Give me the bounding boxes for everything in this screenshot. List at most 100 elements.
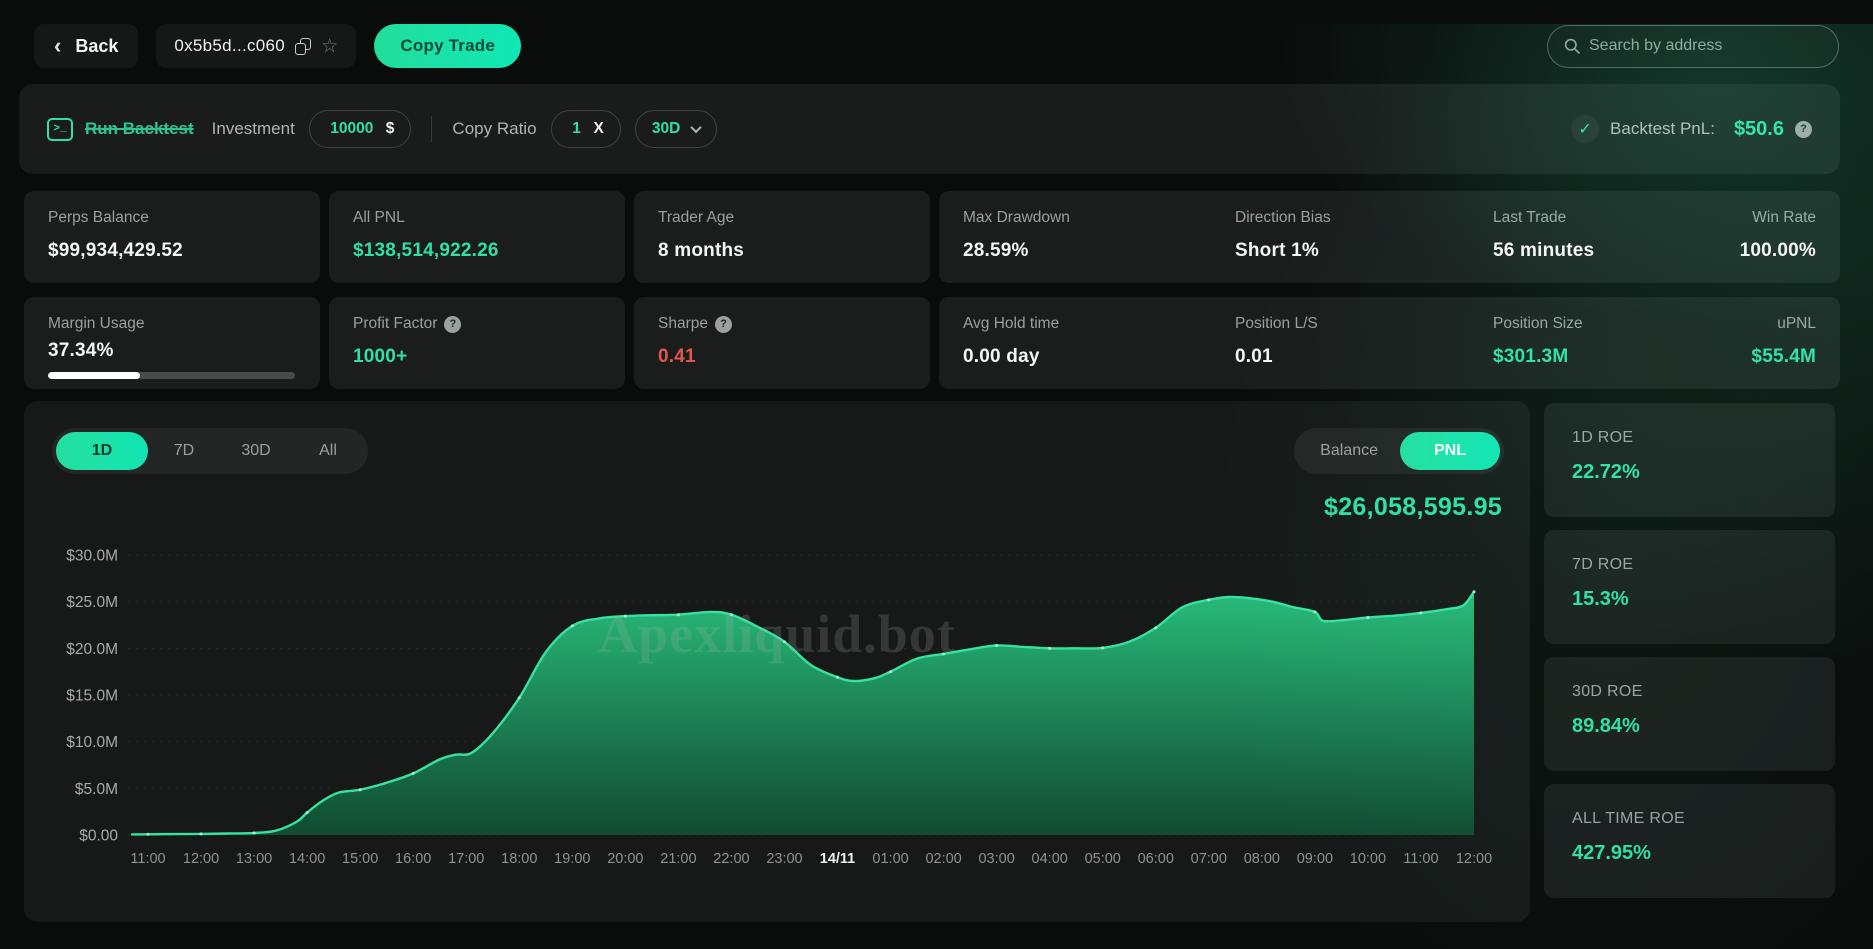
roe-alltime-card: ALL TIME ROE 427.95%: [1544, 784, 1835, 898]
profit-factor-card: Profit Factor ? 1000+: [329, 297, 625, 389]
svg-text:11:00: 11:00: [130, 851, 165, 867]
svg-text:13:00: 13:00: [236, 851, 272, 867]
upnl-cell: uPNL $55.4M: [1751, 315, 1816, 371]
trade-stats-card: Max Drawdown 28.59% Direction Bias Short…: [939, 191, 1840, 283]
svg-text:14:00: 14:00: [289, 851, 325, 867]
svg-text:19:00: 19:00: [554, 851, 590, 867]
tab-all[interactable]: All: [292, 432, 364, 470]
back-button[interactable]: ‹ Back: [34, 24, 138, 68]
roe-7d-card: 7D ROE 15.3%: [1544, 530, 1835, 644]
copy-ratio-label: Copy Ratio: [452, 119, 536, 139]
backtest-pnl-value: $50.6: [1734, 118, 1784, 141]
bottom-section: 1D 7D 30D All Balance PNL $26,058,595.95…: [24, 401, 1840, 922]
direction-bias-cell: Direction Bias Short 1%: [1235, 209, 1493, 265]
svg-text:12:00: 12:00: [1456, 851, 1492, 867]
svg-text:10:00: 10:00: [1350, 851, 1386, 867]
svg-text:$15.0M: $15.0M: [66, 688, 118, 705]
roe-30d-card: 30D ROE 89.84%: [1544, 657, 1835, 771]
investment-unit: $: [386, 120, 395, 138]
check-icon: ✓: [1571, 115, 1599, 143]
tab-balance[interactable]: Balance: [1298, 432, 1400, 470]
svg-text:21:00: 21:00: [660, 851, 696, 867]
stat-value: $99,934,429.52: [48, 240, 296, 262]
all-pnl-card: All PNL $138,514,922.26: [329, 191, 625, 283]
progress-fill: [48, 372, 140, 379]
perps-balance-card: Perps Balance $99,934,429.52: [24, 191, 320, 283]
period-value: 30D: [652, 120, 680, 138]
svg-text:03:00: 03:00: [978, 851, 1014, 867]
trader-address: 0x5b5d...c060: [174, 36, 285, 56]
svg-text:20:00: 20:00: [607, 851, 643, 867]
watermark: Apexliquid.bot: [598, 603, 956, 665]
search-box[interactable]: [1547, 25, 1839, 68]
copy-trade-button[interactable]: Copy Trade: [374, 24, 521, 68]
help-icon[interactable]: ?: [1795, 121, 1812, 138]
sharpe-card: Sharpe ? 0.41: [634, 297, 930, 389]
stat-value: 37.34%: [48, 340, 296, 362]
search-icon: [1564, 38, 1580, 54]
help-icon[interactable]: ?: [444, 316, 461, 333]
margin-usage-progress: [48, 372, 295, 379]
avg-hold-time-cell: Avg Hold time 0.00 day: [963, 315, 1235, 371]
back-chevron-icon: ‹: [54, 35, 61, 57]
stat-value: 1000+: [353, 346, 601, 368]
svg-text:$20.0M: $20.0M: [66, 641, 118, 658]
svg-text:08:00: 08:00: [1244, 851, 1280, 867]
pnl-headline-value: $26,058,595.95: [1324, 493, 1502, 522]
pnl-area-chart: $30.0M$25.0M$20.0M$15.0M$10.0M$5.0M$0.00…: [34, 537, 1502, 871]
run-backtest-button[interactable]: Run Backtest: [85, 119, 194, 139]
backtest-pnl-label: Backtest PnL:: [1610, 119, 1715, 139]
svg-text:05:00: 05:00: [1085, 851, 1121, 867]
trader-age-card: Trader Age 8 months: [634, 191, 930, 283]
max-drawdown-cell: Max Drawdown 28.59%: [963, 209, 1235, 265]
pnl-chart-panel: 1D 7D 30D All Balance PNL $26,058,595.95…: [24, 401, 1530, 922]
stats-row-1: Perps Balance $99,934,429.52 All PNL $13…: [24, 191, 1840, 283]
stat-label: Profit Factor ?: [353, 315, 601, 333]
trader-address-pill[interactable]: 0x5b5d...c060 ☆: [156, 24, 356, 68]
svg-text:15:00: 15:00: [342, 851, 378, 867]
svg-text:17:00: 17:00: [448, 851, 484, 867]
tab-1d[interactable]: 1D: [56, 432, 148, 470]
back-label: Back: [75, 36, 118, 57]
tab-30d[interactable]: 30D: [220, 432, 292, 470]
terminal-icon: >_: [47, 118, 73, 141]
stat-value: 8 months: [658, 240, 906, 262]
tab-pnl[interactable]: PNL: [1400, 432, 1500, 470]
last-trade-cell: Last Trade 56 minutes: [1493, 209, 1740, 265]
svg-text:23:00: 23:00: [766, 851, 802, 867]
copy-address-icon[interactable]: [295, 38, 311, 55]
tab-7d[interactable]: 7D: [148, 432, 220, 470]
copy-ratio-input[interactable]: [568, 120, 586, 138]
position-stats-card: Avg Hold time 0.00 day Position L/S 0.01…: [939, 297, 1840, 389]
help-icon[interactable]: ?: [715, 316, 732, 333]
topbar: ‹ Back 0x5b5d...c060 ☆ Copy Trade: [34, 24, 1839, 68]
favorite-star-icon[interactable]: ☆: [321, 37, 338, 56]
investment-label: Investment: [212, 119, 295, 139]
stat-value: 0.41: [658, 346, 906, 368]
stat-label: Sharpe ?: [658, 315, 906, 333]
margin-usage-card: Margin Usage 37.34%: [24, 297, 320, 389]
svg-text:09:00: 09:00: [1297, 851, 1333, 867]
investment-field[interactable]: $: [309, 110, 412, 148]
roe-sidebar: 1D ROE 22.72% 7D ROE 15.3% 30D ROE 89.84…: [1544, 403, 1835, 898]
win-rate-cell: Win Rate 100.00%: [1740, 209, 1816, 265]
svg-text:01:00: 01:00: [872, 851, 908, 867]
copy-ratio-field[interactable]: X: [551, 110, 621, 148]
search-input[interactable]: [1589, 37, 1822, 55]
svg-text:$30.0M: $30.0M: [66, 548, 118, 565]
svg-text:11:00: 11:00: [1403, 851, 1438, 867]
svg-text:06:00: 06:00: [1138, 851, 1174, 867]
svg-text:22:00: 22:00: [713, 851, 749, 867]
mode-toggle: Balance PNL: [1294, 428, 1504, 474]
svg-text:16:00: 16:00: [395, 851, 431, 867]
svg-text:$25.0M: $25.0M: [66, 594, 118, 611]
stat-label: Margin Usage: [48, 315, 296, 333]
svg-text:04:00: 04:00: [1032, 851, 1068, 867]
svg-text:18:00: 18:00: [501, 851, 537, 867]
svg-text:$5.0M: $5.0M: [75, 781, 118, 798]
stat-value: $138,514,922.26: [353, 240, 601, 262]
stat-label: Trader Age: [658, 209, 906, 227]
period-select[interactable]: 30D: [635, 110, 717, 148]
svg-text:$10.0M: $10.0M: [66, 734, 118, 751]
investment-input[interactable]: [326, 120, 378, 138]
